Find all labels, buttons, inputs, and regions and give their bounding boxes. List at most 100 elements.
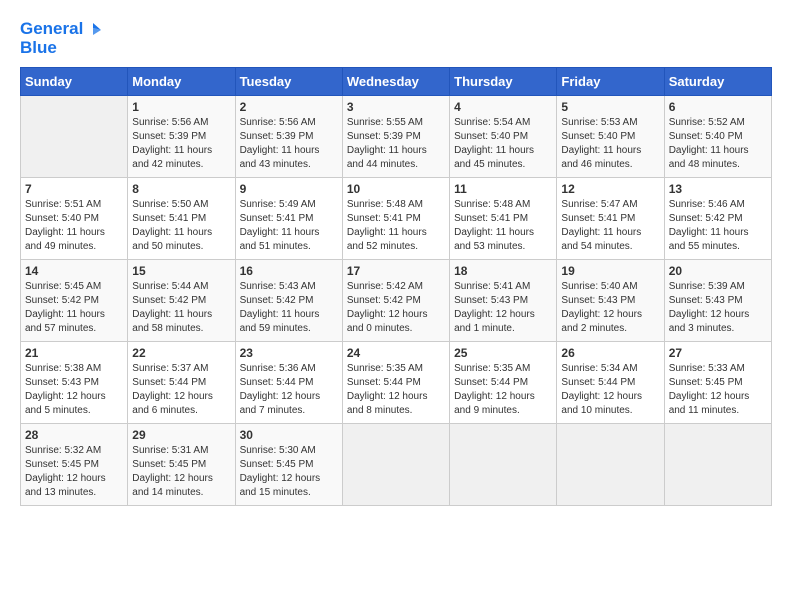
calendar-cell	[664, 424, 771, 506]
cell-content: Sunrise: 5:42 AM Sunset: 5:42 PM Dayligh…	[347, 280, 445, 336]
cell-content: Sunrise: 5:48 AM Sunset: 5:41 PM Dayligh…	[454, 198, 552, 254]
cell-content: Sunrise: 5:39 AM Sunset: 5:43 PM Dayligh…	[669, 280, 767, 336]
cell-content: Sunrise: 5:48 AM Sunset: 5:41 PM Dayligh…	[347, 198, 445, 254]
cell-content: Sunrise: 5:35 AM Sunset: 5:44 PM Dayligh…	[454, 362, 552, 418]
calendar-cell: 17 Sunrise: 5:42 AM Sunset: 5:42 PM Dayl…	[342, 260, 449, 342]
cell-content: Sunrise: 5:50 AM Sunset: 5:41 PM Dayligh…	[132, 198, 230, 254]
calendar-cell: 16 Sunrise: 5:43 AM Sunset: 5:42 PM Dayl…	[235, 260, 342, 342]
cell-content: Sunrise: 5:45 AM Sunset: 5:42 PM Dayligh…	[25, 280, 123, 336]
calendar-cell: 23 Sunrise: 5:36 AM Sunset: 5:44 PM Dayl…	[235, 342, 342, 424]
cell-content: Sunrise: 5:38 AM Sunset: 5:43 PM Dayligh…	[25, 362, 123, 418]
calendar-cell: 22 Sunrise: 5:37 AM Sunset: 5:44 PM Dayl…	[128, 342, 235, 424]
cell-content: Sunrise: 5:31 AM Sunset: 5:45 PM Dayligh…	[132, 444, 230, 500]
calendar-cell: 6 Sunrise: 5:52 AM Sunset: 5:40 PM Dayli…	[664, 96, 771, 178]
day-number: 2	[240, 100, 338, 114]
header-saturday: Saturday	[664, 68, 771, 96]
week-row-3: 14 Sunrise: 5:45 AM Sunset: 5:42 PM Dayl…	[21, 260, 772, 342]
cell-content: Sunrise: 5:44 AM Sunset: 5:42 PM Dayligh…	[132, 280, 230, 336]
day-number: 20	[669, 264, 767, 278]
page-header: General Blue	[20, 20, 772, 57]
calendar-cell: 4 Sunrise: 5:54 AM Sunset: 5:40 PM Dayli…	[450, 96, 557, 178]
calendar-cell: 26 Sunrise: 5:34 AM Sunset: 5:44 PM Dayl…	[557, 342, 664, 424]
day-number: 26	[561, 346, 659, 360]
cell-content: Sunrise: 5:52 AM Sunset: 5:40 PM Dayligh…	[669, 116, 767, 172]
cell-content: Sunrise: 5:56 AM Sunset: 5:39 PM Dayligh…	[132, 116, 230, 172]
calendar-body: 1 Sunrise: 5:56 AM Sunset: 5:39 PM Dayli…	[21, 96, 772, 506]
calendar-cell: 13 Sunrise: 5:46 AM Sunset: 5:42 PM Dayl…	[664, 178, 771, 260]
cell-content: Sunrise: 5:55 AM Sunset: 5:39 PM Dayligh…	[347, 116, 445, 172]
calendar-cell: 11 Sunrise: 5:48 AM Sunset: 5:41 PM Dayl…	[450, 178, 557, 260]
day-number: 19	[561, 264, 659, 278]
calendar-header-row: SundayMondayTuesdayWednesdayThursdayFrid…	[21, 68, 772, 96]
calendar-cell: 1 Sunrise: 5:56 AM Sunset: 5:39 PM Dayli…	[128, 96, 235, 178]
cell-content: Sunrise: 5:37 AM Sunset: 5:44 PM Dayligh…	[132, 362, 230, 418]
cell-content: Sunrise: 5:32 AM Sunset: 5:45 PM Dayligh…	[25, 444, 123, 500]
day-number: 13	[669, 182, 767, 196]
calendar-cell: 29 Sunrise: 5:31 AM Sunset: 5:45 PM Dayl…	[128, 424, 235, 506]
day-number: 29	[132, 428, 230, 442]
day-number: 5	[561, 100, 659, 114]
day-number: 22	[132, 346, 230, 360]
day-number: 11	[454, 182, 552, 196]
calendar-cell: 18 Sunrise: 5:41 AM Sunset: 5:43 PM Dayl…	[450, 260, 557, 342]
day-number: 14	[25, 264, 123, 278]
cell-content: Sunrise: 5:46 AM Sunset: 5:42 PM Dayligh…	[669, 198, 767, 254]
header-friday: Friday	[557, 68, 664, 96]
cell-content: Sunrise: 5:49 AM Sunset: 5:41 PM Dayligh…	[240, 198, 338, 254]
cell-content: Sunrise: 5:41 AM Sunset: 5:43 PM Dayligh…	[454, 280, 552, 336]
cell-content: Sunrise: 5:51 AM Sunset: 5:40 PM Dayligh…	[25, 198, 123, 254]
day-number: 8	[132, 182, 230, 196]
cell-content: Sunrise: 5:43 AM Sunset: 5:42 PM Dayligh…	[240, 280, 338, 336]
calendar-cell	[21, 96, 128, 178]
day-number: 12	[561, 182, 659, 196]
day-number: 6	[669, 100, 767, 114]
header-thursday: Thursday	[450, 68, 557, 96]
day-number: 21	[25, 346, 123, 360]
day-number: 24	[347, 346, 445, 360]
calendar-cell	[557, 424, 664, 506]
header-monday: Monday	[128, 68, 235, 96]
day-number: 3	[347, 100, 445, 114]
calendar-cell: 24 Sunrise: 5:35 AM Sunset: 5:44 PM Dayl…	[342, 342, 449, 424]
calendar-cell: 21 Sunrise: 5:38 AM Sunset: 5:43 PM Dayl…	[21, 342, 128, 424]
calendar-cell: 10 Sunrise: 5:48 AM Sunset: 5:41 PM Dayl…	[342, 178, 449, 260]
day-number: 9	[240, 182, 338, 196]
cell-content: Sunrise: 5:34 AM Sunset: 5:44 PM Dayligh…	[561, 362, 659, 418]
calendar-cell: 14 Sunrise: 5:45 AM Sunset: 5:42 PM Dayl…	[21, 260, 128, 342]
week-row-1: 1 Sunrise: 5:56 AM Sunset: 5:39 PM Dayli…	[21, 96, 772, 178]
week-row-4: 21 Sunrise: 5:38 AM Sunset: 5:43 PM Dayl…	[21, 342, 772, 424]
calendar-cell: 7 Sunrise: 5:51 AM Sunset: 5:40 PM Dayli…	[21, 178, 128, 260]
calendar-cell: 28 Sunrise: 5:32 AM Sunset: 5:45 PM Dayl…	[21, 424, 128, 506]
cell-content: Sunrise: 5:54 AM Sunset: 5:40 PM Dayligh…	[454, 116, 552, 172]
cell-content: Sunrise: 5:35 AM Sunset: 5:44 PM Dayligh…	[347, 362, 445, 418]
calendar-cell: 15 Sunrise: 5:44 AM Sunset: 5:42 PM Dayl…	[128, 260, 235, 342]
calendar-cell: 3 Sunrise: 5:55 AM Sunset: 5:39 PM Dayli…	[342, 96, 449, 178]
day-number: 16	[240, 264, 338, 278]
day-number: 1	[132, 100, 230, 114]
calendar-cell: 27 Sunrise: 5:33 AM Sunset: 5:45 PM Dayl…	[664, 342, 771, 424]
logo: General Blue	[20, 20, 103, 57]
calendar-cell: 25 Sunrise: 5:35 AM Sunset: 5:44 PM Dayl…	[450, 342, 557, 424]
calendar-cell: 9 Sunrise: 5:49 AM Sunset: 5:41 PM Dayli…	[235, 178, 342, 260]
header-wednesday: Wednesday	[342, 68, 449, 96]
calendar-cell: 2 Sunrise: 5:56 AM Sunset: 5:39 PM Dayli…	[235, 96, 342, 178]
day-number: 7	[25, 182, 123, 196]
day-number: 27	[669, 346, 767, 360]
cell-content: Sunrise: 5:30 AM Sunset: 5:45 PM Dayligh…	[240, 444, 338, 500]
day-number: 18	[454, 264, 552, 278]
calendar-cell: 5 Sunrise: 5:53 AM Sunset: 5:40 PM Dayli…	[557, 96, 664, 178]
cell-content: Sunrise: 5:56 AM Sunset: 5:39 PM Dayligh…	[240, 116, 338, 172]
header-sunday: Sunday	[21, 68, 128, 96]
calendar-table: SundayMondayTuesdayWednesdayThursdayFrid…	[20, 67, 772, 506]
week-row-2: 7 Sunrise: 5:51 AM Sunset: 5:40 PM Dayli…	[21, 178, 772, 260]
header-tuesday: Tuesday	[235, 68, 342, 96]
day-number: 30	[240, 428, 338, 442]
calendar-cell: 19 Sunrise: 5:40 AM Sunset: 5:43 PM Dayl…	[557, 260, 664, 342]
day-number: 17	[347, 264, 445, 278]
cell-content: Sunrise: 5:53 AM Sunset: 5:40 PM Dayligh…	[561, 116, 659, 172]
day-number: 25	[454, 346, 552, 360]
calendar-cell	[450, 424, 557, 506]
day-number: 4	[454, 100, 552, 114]
calendar-cell: 20 Sunrise: 5:39 AM Sunset: 5:43 PM Dayl…	[664, 260, 771, 342]
calendar-cell	[342, 424, 449, 506]
